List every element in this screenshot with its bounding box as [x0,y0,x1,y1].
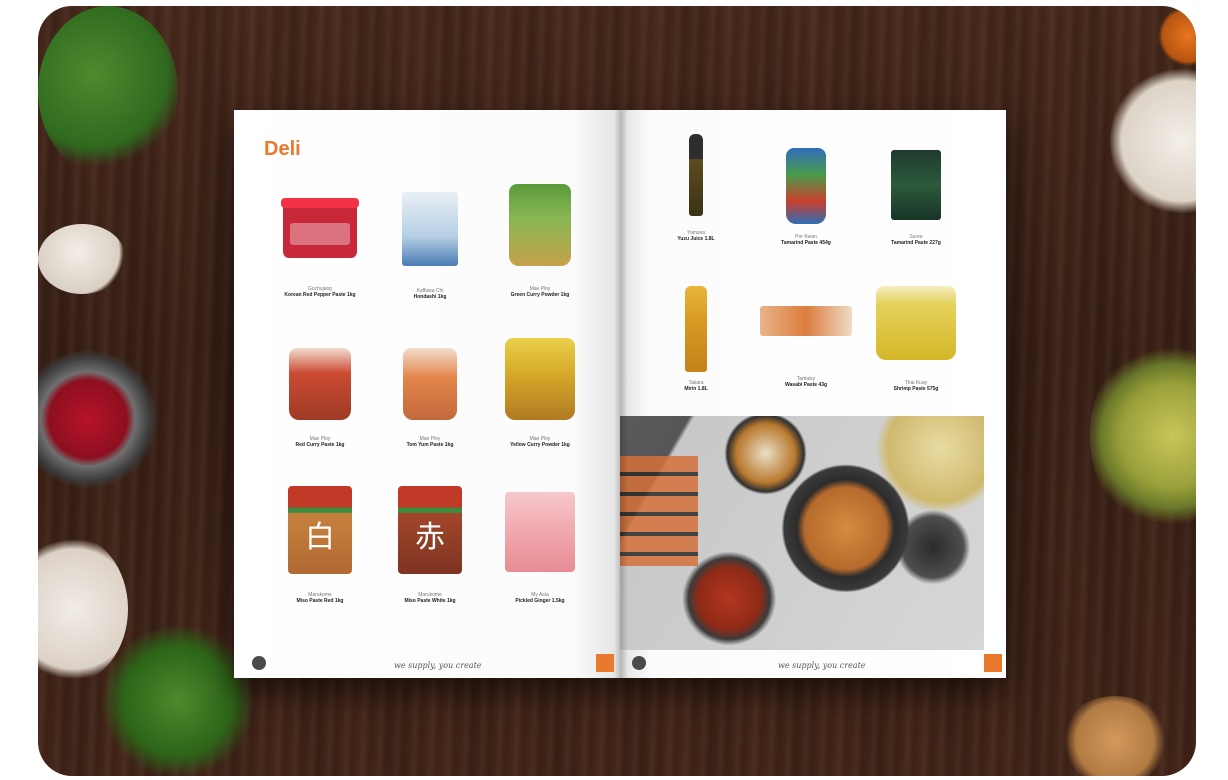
sushi-tray [620,456,698,566]
product-card: Por Kwan Tamarind Paste 454g [758,148,854,246]
product-card: Yamasa Yuzu Juice 1.8L [648,134,744,242]
product-card: Thai Kuay Shrimp Paste 575g [868,286,964,392]
product-card: Mae Ploy Green Curry Powder 1kg [492,184,588,298]
product-image [289,348,351,420]
product-image [505,492,575,572]
footer-tagline: we supply, you create [778,661,866,670]
page-number-tab [596,654,614,672]
product-image: 赤 [398,486,462,574]
product-name: Miso Paste Red 1kg [296,598,344,604]
brand-logo [252,656,266,670]
product-image [402,192,458,266]
product-name: Shrimp Paste 575g [893,386,939,392]
product-image [509,184,571,266]
product-image [786,148,826,224]
product-name: Hondashi 1kg [413,294,447,300]
kanji-label: 白 [305,520,335,555]
product-card: Takara Mirin 1.8L [648,286,744,392]
product-image [505,338,575,420]
product-image: 白 [288,486,352,574]
orange-peel [1158,6,1196,66]
product-name: Mirin 1.8L [684,386,708,392]
product-name: Green Curry Powder 1kg [510,292,570,298]
product-card: Kaffuwa Chi Hondashi 1kg [382,192,478,300]
left-page: Deli Gochujang Korean Red Pepper Paste 1… [234,110,620,678]
product-card: 赤 Marukome Miso Paste White 1kg [382,486,478,604]
olive-oil-bowl [1090,336,1196,536]
product-card: Tamaisy Wasabi Paste 43g [758,306,854,388]
product-image [876,286,956,360]
product-card: My Asia Pickled Ginger 1.5kg [492,492,588,604]
peppercorn-bowl [38,344,158,494]
product-name: Yuzu Juice 1.8L [677,236,715,242]
footer-tagline: we supply, you create [394,661,482,670]
product-name: Wasabi Paste 43g [784,382,828,388]
right-page: Yamasa Yuzu Juice 1.8L Por Kwan Tamarind… [620,110,1006,678]
product-image [685,286,707,372]
wooden-board [1060,696,1170,776]
product-image [403,348,457,420]
parsley-herb [38,6,178,176]
page-number-tab [984,654,1002,672]
product-card: Mae Ploy Yellow Curry Powder 1kg [492,338,588,448]
product-name: Red Curry Paste 1kg [295,442,345,448]
garlic-clove [38,224,126,294]
product-image [891,150,941,220]
product-image [689,134,703,216]
page-title: Deli [264,138,301,160]
product-card: Gochujang Korean Red Pepper Paste 1kg [272,202,368,298]
spine-shadow [614,110,628,678]
brand-logo [632,656,646,670]
product-card: Mae Ploy Red Curry Paste 1kg [272,348,368,448]
product-card: Suree Tamarind Paste 227g [868,150,964,246]
product-name: Miso Paste White 1kg [404,598,456,604]
product-image [760,306,852,336]
product-name: Pickled Ginger 1.5kg [515,598,565,604]
kanji-label: 赤 [415,520,445,555]
mushroom-right [1110,66,1196,216]
product-name: Tom Yum Paste 1kg [406,442,454,448]
product-card: 白 Marukome Miso Paste Red 1kg [272,486,368,604]
product-name: Tamarind Paste 227g [891,240,941,246]
product-image [283,202,357,258]
asian-food-photo [620,416,984,650]
open-catalogue: Deli Gochujang Korean Red Pepper Paste 1… [234,110,1006,678]
product-name: Tamarind Paste 454g [781,240,831,246]
product-card: Mae Ploy Tom Yum Paste 1kg [382,348,478,448]
product-name: Korean Red Pepper Paste 1kg [284,292,356,298]
product-name: Yellow Curry Powder 1kg [510,442,570,448]
